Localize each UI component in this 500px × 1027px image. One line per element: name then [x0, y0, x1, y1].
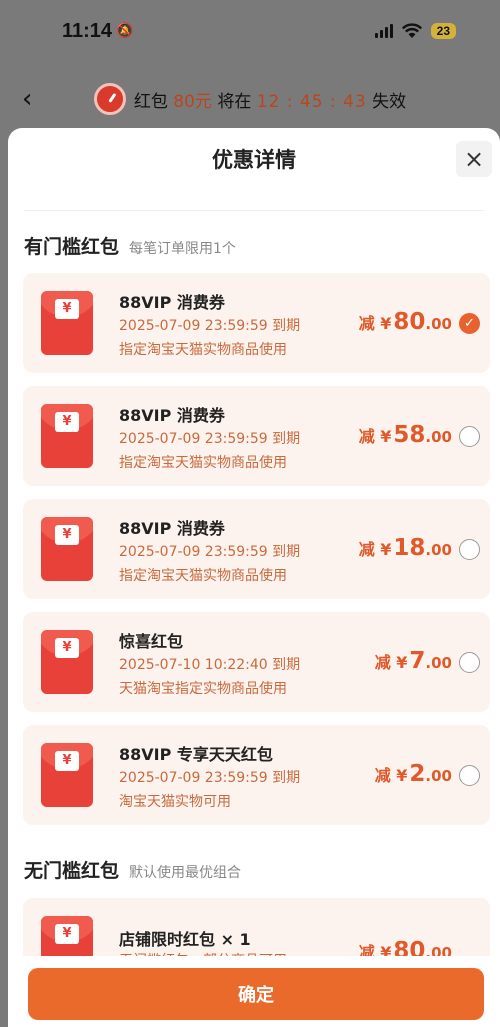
coupon-expiry: 2025-07-09 23:59:59 到期 — [119, 770, 301, 786]
battery-indicator: 23 — [430, 23, 456, 39]
coupon-name: 惊喜红包 — [119, 632, 184, 651]
coupon-scope: 指定淘宝天猫实物商品使用 — [119, 455, 287, 471]
status-bar: 11:14 🔕 23 — [0, 0, 500, 62]
coupon-card[interactable]: ¥ 88VIP 消费券 2025-07-09 23:59:59 到期 指定淘宝天… — [23, 499, 490, 599]
coupon-expiry: 2025-07-09 23:59:59 到期 — [119, 318, 301, 334]
close-button[interactable]: × — [456, 141, 492, 177]
banner-middle: 将在 — [217, 91, 252, 112]
coupon-scope: 淘宝天猫实物可用 — [119, 794, 231, 810]
expiry-banner: 红包 80元 将在 12 : 45 : 43 失效 — [134, 87, 406, 112]
coupon-card[interactable]: ¥ 惊喜红包 2025-07-10 10:22:40 到期 天猫淘宝指定实物商品… — [23, 612, 490, 712]
coupon-scope: 指定淘宝天猫实物商品使用 — [119, 342, 287, 358]
threshold-section-header: 有门槛红包 每笔订单限用1个 — [24, 232, 236, 259]
red-envelope-icon: ¥ — [41, 404, 93, 468]
coupon-amount: 减 ¥ 58 .00 — [358, 422, 452, 448]
no-threshold-section-subtitle: 默认使用最优组合 — [129, 865, 242, 881]
radio-icon[interactable] — [459, 426, 480, 447]
bell-muted-icon: 🔕 — [116, 23, 134, 39]
coupon-card[interactable]: ¥ 88VIP 专享天天红包 2025-07-09 23:59:59 到期 淘宝… — [23, 725, 490, 825]
top-nav: ‹ 红包 80元 将在 12 : 45 : 43 失效 — [0, 70, 500, 128]
red-envelope-icon: ¥ — [41, 517, 93, 581]
coupon-scope: 天猫淘宝指定实物商品使用 — [119, 681, 287, 697]
coupon-name: 88VIP 专享天天红包 — [119, 745, 273, 764]
red-envelope-icon: ¥ — [41, 743, 93, 807]
coupon-amount: 减 ¥ 80 .00 — [358, 309, 452, 335]
banner-suffix: 失效 — [372, 91, 407, 112]
coupon-expiry: 2025-07-09 23:59:59 到期 — [119, 431, 301, 447]
back-arrow-icon[interactable]: ‹ — [22, 84, 50, 114]
coupon-expiry: 2025-07-09 23:59:59 到期 — [119, 544, 301, 560]
coupon-amount: 减 ¥ 7 .00 — [374, 648, 452, 674]
coupon-card[interactable]: ¥ 88VIP 消费券 2025-07-09 23:59:59 到期 指定淘宝天… — [23, 386, 490, 486]
confirm-button[interactable]: 确定 — [28, 968, 484, 1020]
red-envelope-icon: ¥ — [41, 291, 93, 355]
countdown-timer: 12 : 45 : 43 — [256, 91, 367, 112]
no-threshold-section-header: 无门槛红包 默认使用最优组合 — [24, 856, 241, 883]
banner-prefix: 红包 — [133, 91, 168, 112]
coupon-amount: 减 ¥ 18 .00 — [358, 535, 452, 561]
coupon-name: 88VIP 消费券 — [119, 293, 225, 312]
radio-icon[interactable] — [459, 652, 480, 673]
sheet-title: 优惠详情 — [212, 148, 296, 172]
red-envelope-icon: ¥ — [41, 630, 93, 694]
discount-details-sheet: 优惠详情 × 有门槛红包 每笔订单限用1个 ¥ 88VIP 消费券 2025-0… — [8, 128, 500, 1027]
threshold-section-title: 有门槛红包 — [24, 236, 120, 258]
status-time: 11:14 — [62, 19, 113, 42]
coupon-amount: 减 ¥ 2 .00 — [374, 761, 452, 787]
radio-icon[interactable] — [459, 539, 480, 560]
radio-icon[interactable] — [459, 765, 480, 786]
coupon-card[interactable]: ¥ 88VIP 消费券 2025-07-09 23:59:59 到期 指定淘宝天… — [23, 273, 490, 373]
checked-radio-icon[interactable]: ✓ — [459, 313, 480, 334]
wifi-icon — [401, 23, 422, 38]
coupon-name: 88VIP 消费券 — [119, 519, 225, 538]
coupon-scope: 指定淘宝天猫实物商品使用 — [119, 568, 287, 584]
alarm-clock-icon — [93, 83, 126, 115]
coupon-expiry: 2025-07-10 10:22:40 到期 — [119, 657, 301, 673]
signal-icon — [374, 24, 393, 38]
coupon-name: 88VIP 消费券 — [119, 406, 225, 425]
no-threshold-section-title: 无门槛红包 — [24, 860, 120, 882]
divider — [24, 210, 484, 211]
threshold-section-subtitle: 每笔订单限用1个 — [129, 241, 236, 257]
coupon-name: 店铺限时红包 × 1 — [119, 930, 251, 949]
banner-amount: 80元 — [173, 91, 212, 112]
